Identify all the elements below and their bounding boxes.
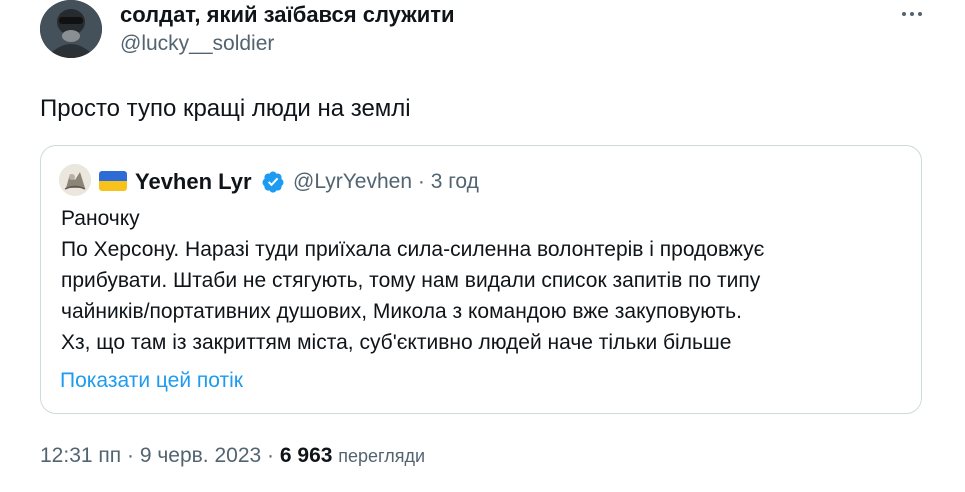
more-dot	[902, 12, 906, 16]
quoted-author-name[interactable]: Yevhen Lyr	[135, 169, 252, 195]
views-label: перегляди	[338, 446, 426, 466]
views-count[interactable]: 6 963	[280, 444, 333, 467]
show-thread-link[interactable]: Показати цей потік	[60, 369, 243, 393]
quoted-tweet-card[interactable]: Yevhen Lyr @LyrYevhen · 3 год Раночку По…	[40, 145, 922, 414]
verified-badge-icon	[262, 171, 284, 193]
flag-yellow	[99, 181, 127, 191]
more-dot	[918, 12, 922, 16]
meta-separator: ·	[417, 170, 425, 193]
quoted-author-handle[interactable]: @LyrYevhen	[293, 170, 412, 193]
quoted-text-line: Хз, що там із закриттям міста, суб'єктив…	[61, 331, 732, 354]
ukraine-flag-icon	[99, 171, 127, 191]
quoted-text-line: Раночку	[61, 207, 140, 230]
author-handle[interactable]: @lucky__soldier	[120, 32, 274, 56]
more-dot	[910, 12, 914, 16]
more-icon[interactable]	[896, 4, 928, 24]
quoted-text-line: прибувати. Штаби не стягують, тому нам в…	[61, 269, 761, 292]
flag-blue	[99, 171, 127, 181]
quoted-text-line: чайників/портативних душових, Микола з к…	[61, 300, 742, 323]
quoted-meta: @LyrYevhen · 3 год	[293, 170, 479, 194]
quoted-text-line: По Херсону. Наразі туди приїхала сила-си…	[61, 238, 765, 261]
quoted-author-avatar[interactable]	[59, 164, 91, 196]
quoted-text: Раночку По Херсону. Наразі туди приїхала…	[61, 203, 911, 358]
footer-separator: ·	[126, 444, 134, 467]
tweet-footer: 12:31 пп · 9 черв. 2023 · 6 963 перегляд…	[40, 444, 425, 468]
tweet-date[interactable]: 9 черв. 2023	[140, 444, 261, 467]
quoted-time[interactable]: 3 год	[431, 170, 479, 193]
tweet-text: Просто тупо кращі люди на землі	[40, 95, 411, 122]
footer-separator: ·	[267, 444, 275, 467]
author-name[interactable]: солдат, який заїбався служити	[120, 2, 455, 28]
tweet-time[interactable]: 12:31 пп	[40, 444, 121, 467]
author-avatar[interactable]	[40, 0, 102, 58]
